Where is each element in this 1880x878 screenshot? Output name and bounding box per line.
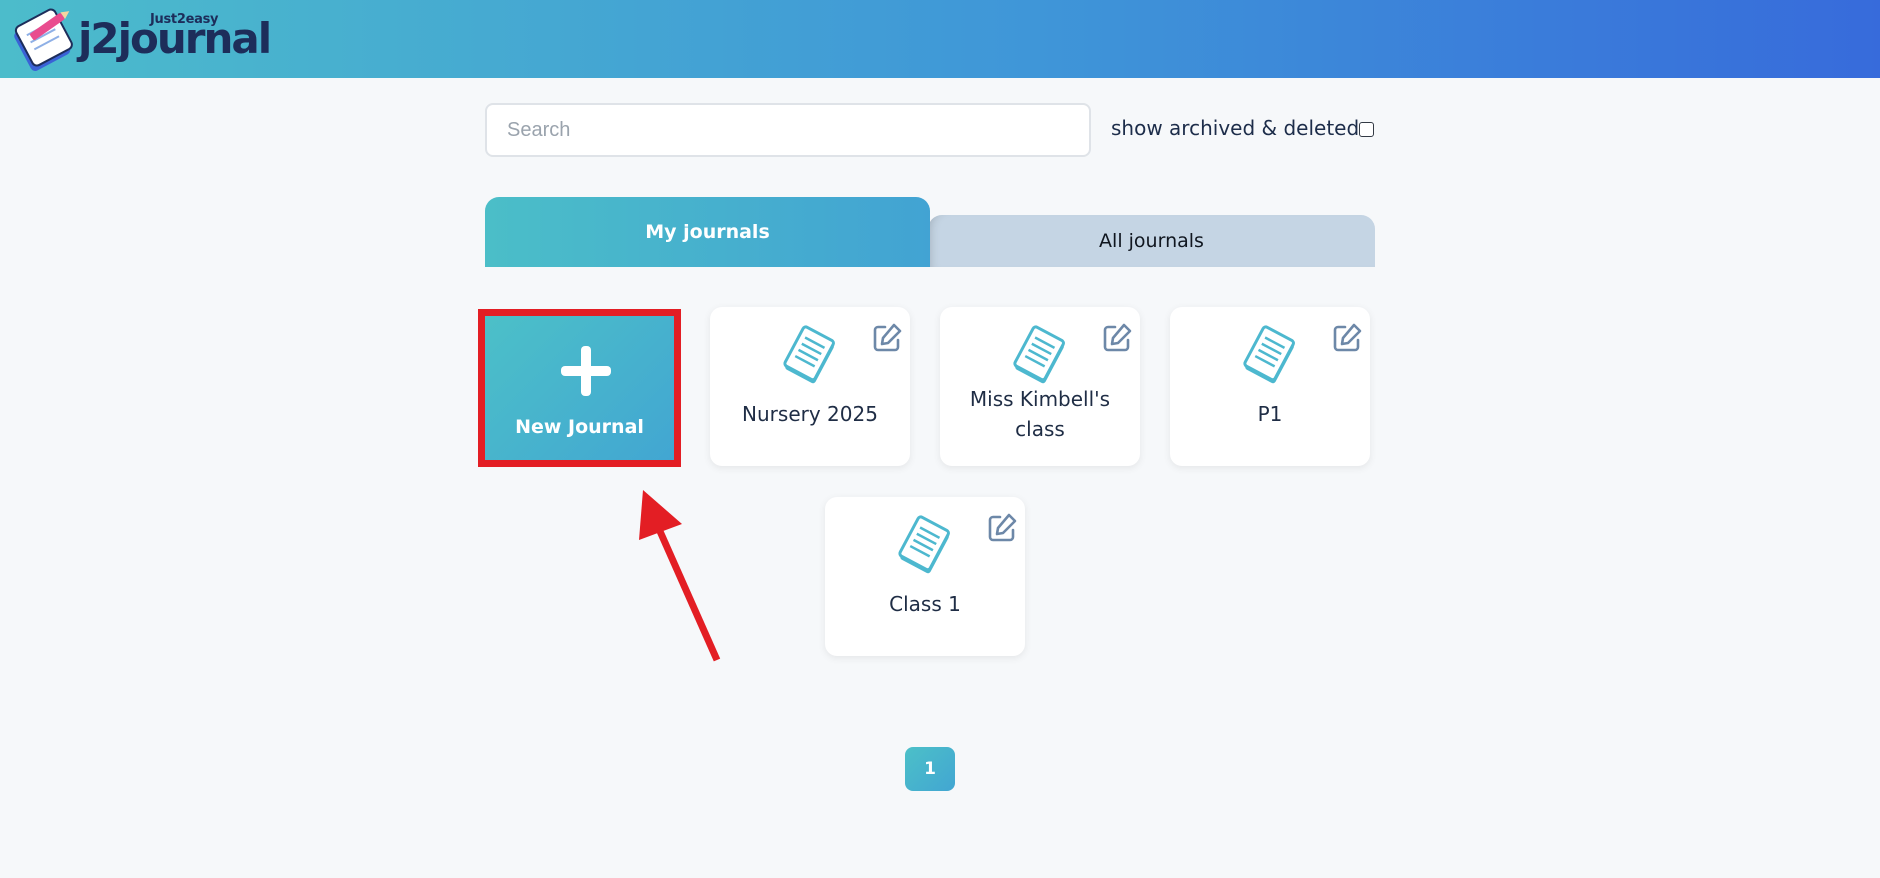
journal-title: Class 1	[889, 592, 961, 616]
new-journal-button[interactable]: New Journal	[478, 309, 681, 467]
edit-icon[interactable]	[1330, 321, 1364, 355]
journal-icon	[1243, 325, 1295, 384]
journal-icon	[1013, 325, 1065, 384]
tab-my-journals[interactable]: My journals	[485, 197, 930, 267]
journal-card[interactable]: Class 1	[825, 497, 1025, 656]
journal-title: Miss Kimbell's class	[969, 387, 1111, 441]
show-archived-checkbox[interactable]	[1359, 122, 1374, 137]
tab-all-journals[interactable]: All journals	[928, 215, 1375, 267]
journal-title: Nursery 2025	[742, 402, 878, 426]
pagination-page-1[interactable]: 1	[905, 747, 955, 791]
journal-title: P1	[1257, 402, 1283, 426]
annotation-arrow	[639, 490, 721, 662]
search-input[interactable]	[485, 103, 1091, 157]
edit-icon[interactable]	[870, 321, 904, 355]
logo-wordmark: j2journal	[78, 14, 272, 63]
journal-card[interactable]: P1	[1170, 307, 1370, 466]
show-archived-label: show archived & deleted	[1111, 116, 1360, 140]
edit-icon[interactable]	[985, 511, 1019, 545]
journal-icon	[783, 325, 835, 384]
new-journal-label: New Journal	[515, 416, 644, 438]
journal-card[interactable]: Nursery 2025	[710, 307, 910, 466]
journal-icon	[898, 515, 950, 574]
tab-my-journals-label: My journals	[645, 221, 770, 243]
journal-card[interactable]: Miss Kimbell's class	[940, 307, 1140, 466]
plus-icon	[561, 346, 611, 396]
edit-icon[interactable]	[1100, 321, 1134, 355]
tab-all-journals-label: All journals	[1099, 230, 1204, 252]
journal-logo-icon	[14, 8, 73, 71]
page-number: 1	[924, 759, 936, 779]
app-header: Just2easy j2journal	[0, 0, 1880, 78]
j2journal-logo[interactable]: Just2easy j2journal	[8, 4, 272, 72]
